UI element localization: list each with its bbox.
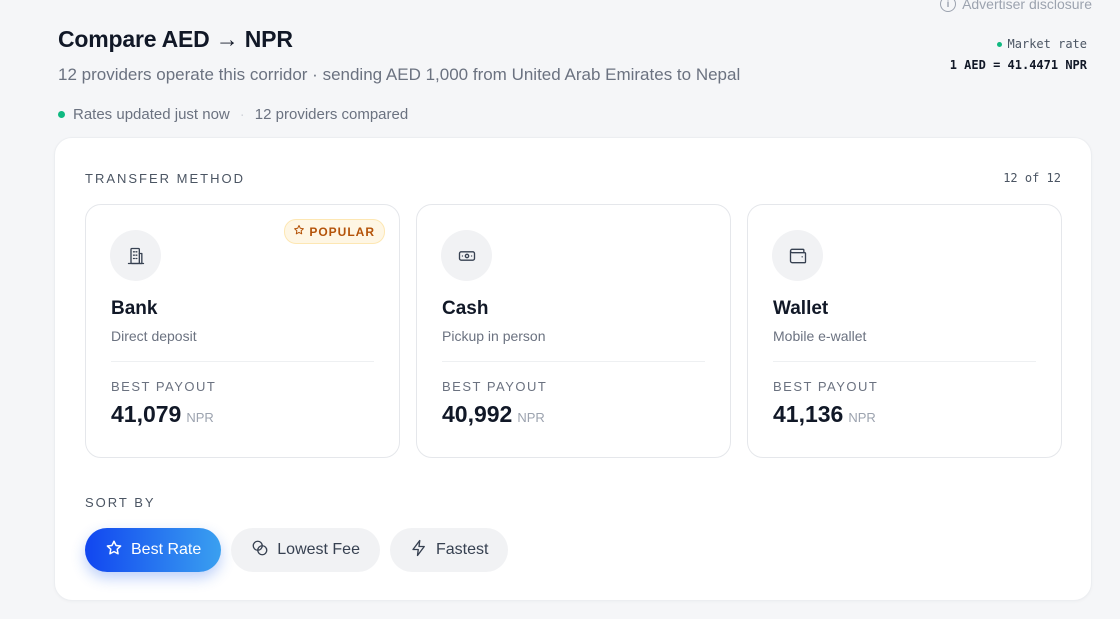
market-rate-label: Market rate bbox=[1007, 37, 1087, 51]
transfer-method-cards: POPULAR Bank Direct deposit BEST PAYOUT … bbox=[85, 204, 1062, 458]
method-name: Wallet bbox=[773, 298, 829, 319]
best-payout-label: BEST PAYOUT bbox=[111, 379, 217, 394]
sort-options: Best Rate Lowest Fee Fastest bbox=[85, 528, 509, 572]
transfer-panel: TRANSFER METHOD 12 of 12 POPULAR Bank Di… bbox=[54, 137, 1092, 601]
method-card-bank[interactable]: POPULAR Bank Direct deposit BEST PAYOUT … bbox=[85, 204, 400, 458]
best-payout-label: BEST PAYOUT bbox=[773, 379, 879, 394]
sort-option-label: Lowest Fee bbox=[277, 541, 360, 558]
method-name: Cash bbox=[442, 298, 489, 319]
card-divider bbox=[111, 361, 374, 362]
best-payout-value: 41,136 bbox=[773, 401, 844, 427]
popular-badge: POPULAR bbox=[284, 219, 385, 244]
advertiser-disclosure-link[interactable]: i Advertiser disclosure bbox=[940, 0, 1092, 12]
best-payout-value: 41,079 bbox=[111, 401, 182, 427]
market-status-dot bbox=[996, 41, 1002, 47]
cash-icon bbox=[441, 230, 492, 281]
method-name: Bank bbox=[111, 298, 158, 319]
coins-icon bbox=[251, 539, 269, 562]
best-payout-unit: NPR bbox=[186, 410, 214, 425]
bank-icon bbox=[110, 230, 161, 281]
sort-fastest-button[interactable]: Fastest bbox=[389, 528, 509, 572]
page-header: Compare AED → NPR 12 providers operate t… bbox=[58, 26, 740, 123]
method-description: Pickup in person bbox=[442, 328, 546, 344]
market-rate-label-row: Market rate bbox=[950, 37, 1087, 51]
transfer-method-label: TRANSFER METHOD bbox=[85, 171, 245, 186]
best-payout-label: BEST PAYOUT bbox=[442, 379, 548, 394]
method-description: Direct deposit bbox=[111, 328, 197, 344]
status-separator: · bbox=[239, 106, 245, 123]
advertiser-disclosure-label: Advertiser disclosure bbox=[962, 0, 1092, 12]
market-rate-box: Market rate 1 AED = 41.4471 NPR bbox=[950, 37, 1087, 72]
sort-option-label: Fastest bbox=[435, 541, 489, 558]
provider-count: 12 of 12 bbox=[1003, 171, 1061, 185]
rates-updated-text: Rates updated just now bbox=[73, 106, 230, 123]
best-payout-unit: NPR bbox=[848, 410, 876, 425]
best-payout-unit: NPR bbox=[517, 410, 545, 425]
lightning-icon bbox=[410, 539, 428, 562]
star-icon bbox=[105, 539, 123, 562]
best-payout-value: 40,992 bbox=[442, 401, 513, 427]
sort-option-label: Best Rate bbox=[131, 541, 202, 558]
providers-compared-text: 12 providers compared bbox=[254, 106, 409, 123]
method-card-cash[interactable]: Cash Pickup in person BEST PAYOUT 40,992… bbox=[416, 204, 731, 458]
market-rate-value: 1 AED = 41.4471 NPR bbox=[949, 58, 1087, 72]
best-payout: 41,136 NPR bbox=[773, 401, 876, 428]
wallet-icon bbox=[772, 230, 823, 281]
page-subtitle: 12 providers operate this corridor · sen… bbox=[58, 65, 741, 84]
live-status-dot bbox=[58, 111, 65, 118]
popular-badge-label: POPULAR bbox=[309, 224, 375, 239]
method-card-wallet[interactable]: Wallet Mobile e-wallet BEST PAYOUT 41,13… bbox=[747, 204, 1062, 458]
sort-lowest-fee-button[interactable]: Lowest Fee bbox=[231, 528, 380, 572]
best-payout: 40,992 NPR bbox=[442, 401, 545, 428]
page-title: Compare AED → NPR bbox=[58, 26, 293, 52]
star-outline-icon bbox=[293, 224, 305, 239]
sort-by-label: SORT BY bbox=[85, 495, 156, 510]
status-line: Rates updated just now · 12 providers co… bbox=[58, 106, 740, 123]
info-icon: i bbox=[940, 0, 957, 12]
method-description: Mobile e-wallet bbox=[773, 328, 867, 344]
card-divider bbox=[442, 361, 705, 362]
best-payout: 41,079 NPR bbox=[111, 401, 214, 428]
card-divider bbox=[773, 361, 1036, 362]
sort-best-rate-button[interactable]: Best Rate bbox=[85, 528, 222, 572]
